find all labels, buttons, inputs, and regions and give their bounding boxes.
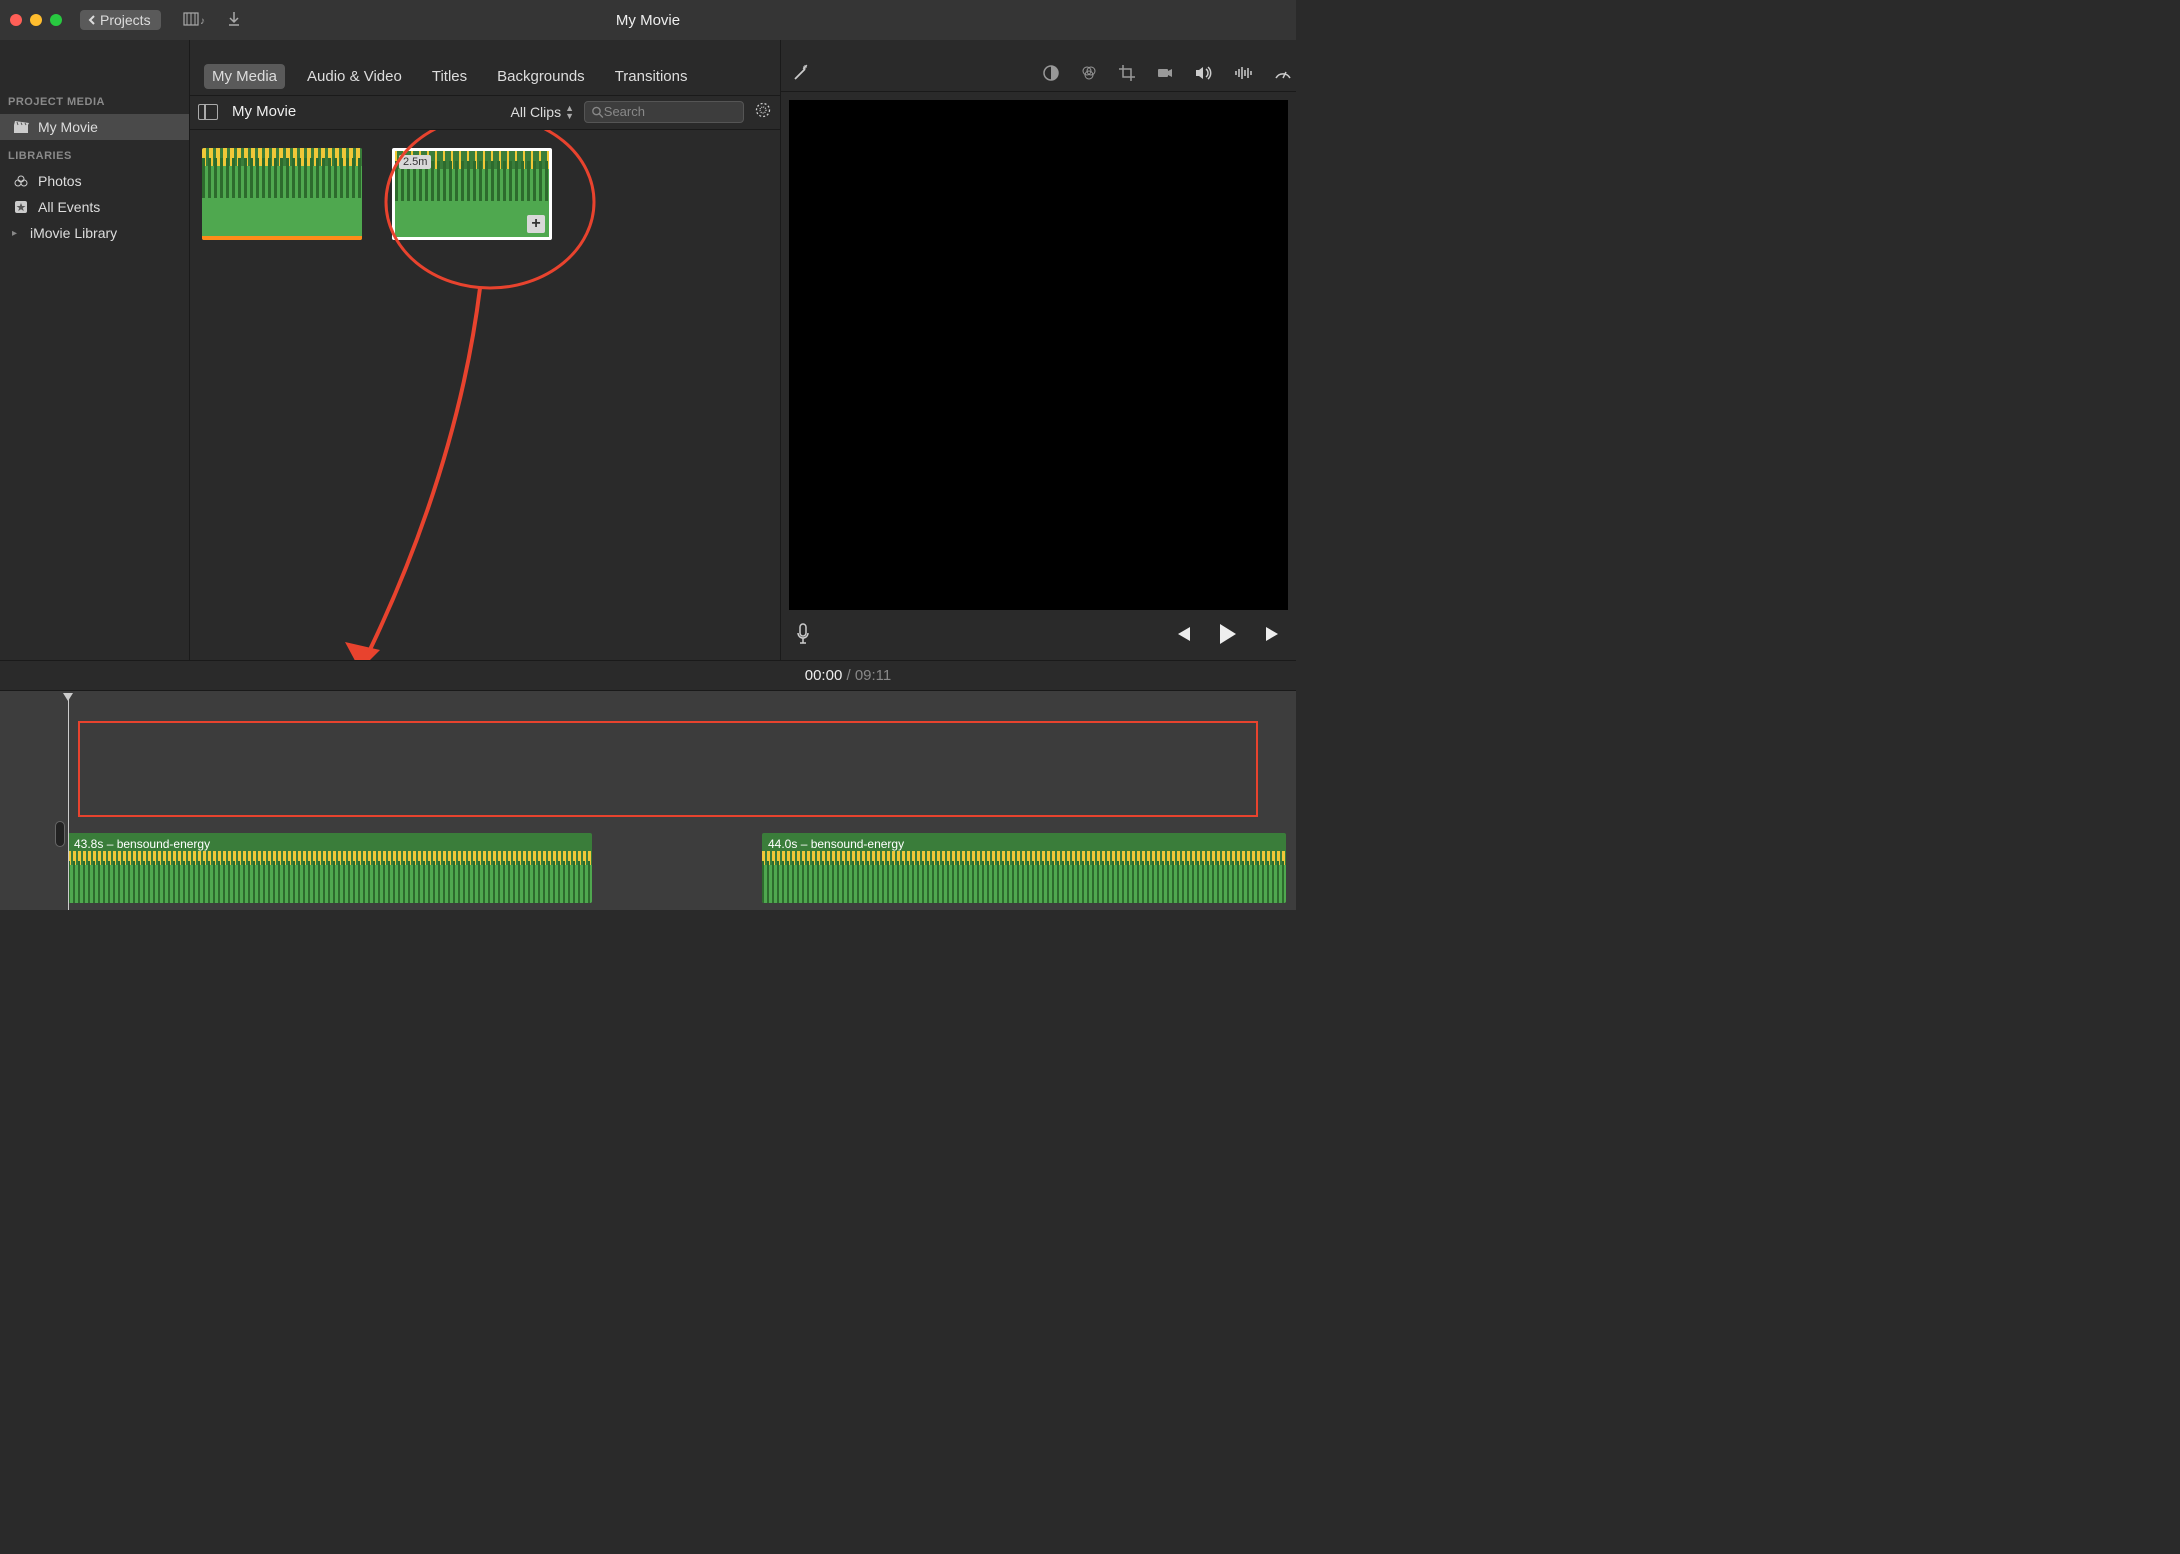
play-button[interactable] (1218, 623, 1238, 648)
clips-filter-label: All Clips (511, 104, 562, 120)
tab-my-media[interactable]: My Media (204, 64, 285, 89)
clip-thumbnail-2[interactable]: 2.5m + (392, 148, 552, 240)
audio-clip-1[interactable]: 43.8s – bensound-energy (68, 833, 592, 903)
star-icon (12, 199, 30, 215)
main-content: PROJECT MEDIA My Movie LIBRARIES Photos … (0, 40, 1296, 660)
browser-header: My Movie All Clips ▲▼ (190, 94, 780, 130)
sidebar-item-label: Photos (38, 173, 82, 189)
tab-titles[interactable]: Titles (424, 64, 475, 89)
gear-icon[interactable] (754, 101, 772, 122)
window-title: My Movie (616, 12, 680, 29)
preview-viewport[interactable] (789, 100, 1288, 610)
media-browser: My Media Audio & Video Titles Background… (190, 40, 780, 660)
sidebar-header-project: PROJECT MEDIA (0, 86, 189, 114)
maximize-window-button[interactable] (50, 14, 62, 26)
timecode-display: 00:00 / 09:11 (805, 667, 892, 684)
timecode-row: 00:00 / 09:11 (0, 660, 1296, 690)
close-window-button[interactable] (10, 14, 22, 26)
add-clip-button[interactable]: + (527, 215, 545, 233)
chevron-right-icon: ▸ (12, 228, 22, 239)
photos-icon (12, 173, 30, 189)
sidebar-item-photos[interactable]: Photos (0, 168, 189, 194)
clip-thumbnail-1[interactable] (202, 148, 362, 240)
sidebar-item-label: All Events (38, 199, 100, 215)
sidebar-toggle-icon[interactable] (198, 104, 218, 120)
preview-panel (780, 40, 1296, 660)
microphone-icon[interactable] (795, 623, 811, 648)
clips-filter-dropdown[interactable]: All Clips ▲▼ (511, 104, 575, 120)
search-icon (591, 105, 604, 119)
tab-backgrounds[interactable]: Backgrounds (489, 64, 593, 89)
preview-controls (781, 610, 1296, 660)
clip-area: 2.5m + (190, 130, 780, 660)
sidebar-item-all-events[interactable]: All Events (0, 194, 189, 220)
color-balance-icon[interactable] (1042, 64, 1060, 85)
noise-reduction-icon[interactable] (1234, 65, 1254, 84)
projects-label: Projects (100, 12, 151, 28)
sidebar-header-libraries: LIBRARIES (0, 140, 189, 168)
timeline[interactable]: 43.8s – bensound-energy 44.0s – bensound… (0, 690, 1296, 910)
sort-arrows-icon: ▲▼ (565, 104, 574, 120)
timecode-sep: / (842, 667, 855, 684)
search-field[interactable] (584, 101, 744, 123)
stabilization-icon[interactable] (1156, 66, 1174, 83)
preview-toolbar (781, 58, 1296, 92)
sidebar-item-imovie-library[interactable]: ▸ iMovie Library (0, 220, 189, 246)
tab-audio-video[interactable]: Audio & Video (299, 64, 410, 89)
sidebar: PROJECT MEDIA My Movie LIBRARIES Photos … (0, 40, 190, 660)
traffic-lights (10, 14, 62, 26)
svg-text:♪: ♪ (200, 16, 205, 27)
timecode-total: 09:11 (855, 667, 891, 684)
sidebar-item-my-movie[interactable]: My Movie (0, 114, 189, 140)
color-correction-icon[interactable] (1080, 64, 1098, 85)
clip-duration-badge: 2.5m (399, 155, 431, 169)
timeline-resize-handle[interactable] (55, 821, 65, 847)
tab-transitions[interactable]: Transitions (607, 64, 696, 89)
prev-button[interactable] (1174, 626, 1192, 645)
download-icon[interactable] (227, 11, 241, 30)
sidebar-item-label: My Movie (38, 119, 98, 135)
crop-icon[interactable] (1118, 64, 1136, 85)
media-import-icon[interactable]: ♪ (183, 10, 205, 31)
titlebar: Projects ♪ My Movie (0, 0, 1296, 40)
chevron-left-icon (86, 14, 98, 26)
audio-clip-label: 44.0s – bensound-energy (768, 837, 904, 851)
timecode-current: 00:00 (805, 667, 843, 684)
speed-icon[interactable] (1274, 64, 1292, 85)
search-input[interactable] (604, 104, 737, 119)
browser-title: My Movie (232, 103, 296, 120)
playback-controls (1174, 623, 1282, 648)
sidebar-item-label: iMovie Library (30, 225, 117, 241)
clapperboard-icon (12, 120, 30, 134)
next-button[interactable] (1264, 626, 1282, 645)
audio-clip-2[interactable]: 44.0s – bensound-energy (762, 833, 1286, 903)
playhead[interactable] (68, 695, 69, 910)
volume-icon[interactable] (1194, 65, 1214, 84)
audio-clip-label: 43.8s – bensound-energy (74, 837, 210, 851)
timeline-drop-zone-annotation (78, 721, 1258, 817)
minimize-window-button[interactable] (30, 14, 42, 26)
tab-row: My Media Audio & Video Titles Background… (190, 58, 780, 96)
magic-wand-icon[interactable] (791, 63, 811, 86)
projects-back-button[interactable]: Projects (80, 10, 161, 30)
